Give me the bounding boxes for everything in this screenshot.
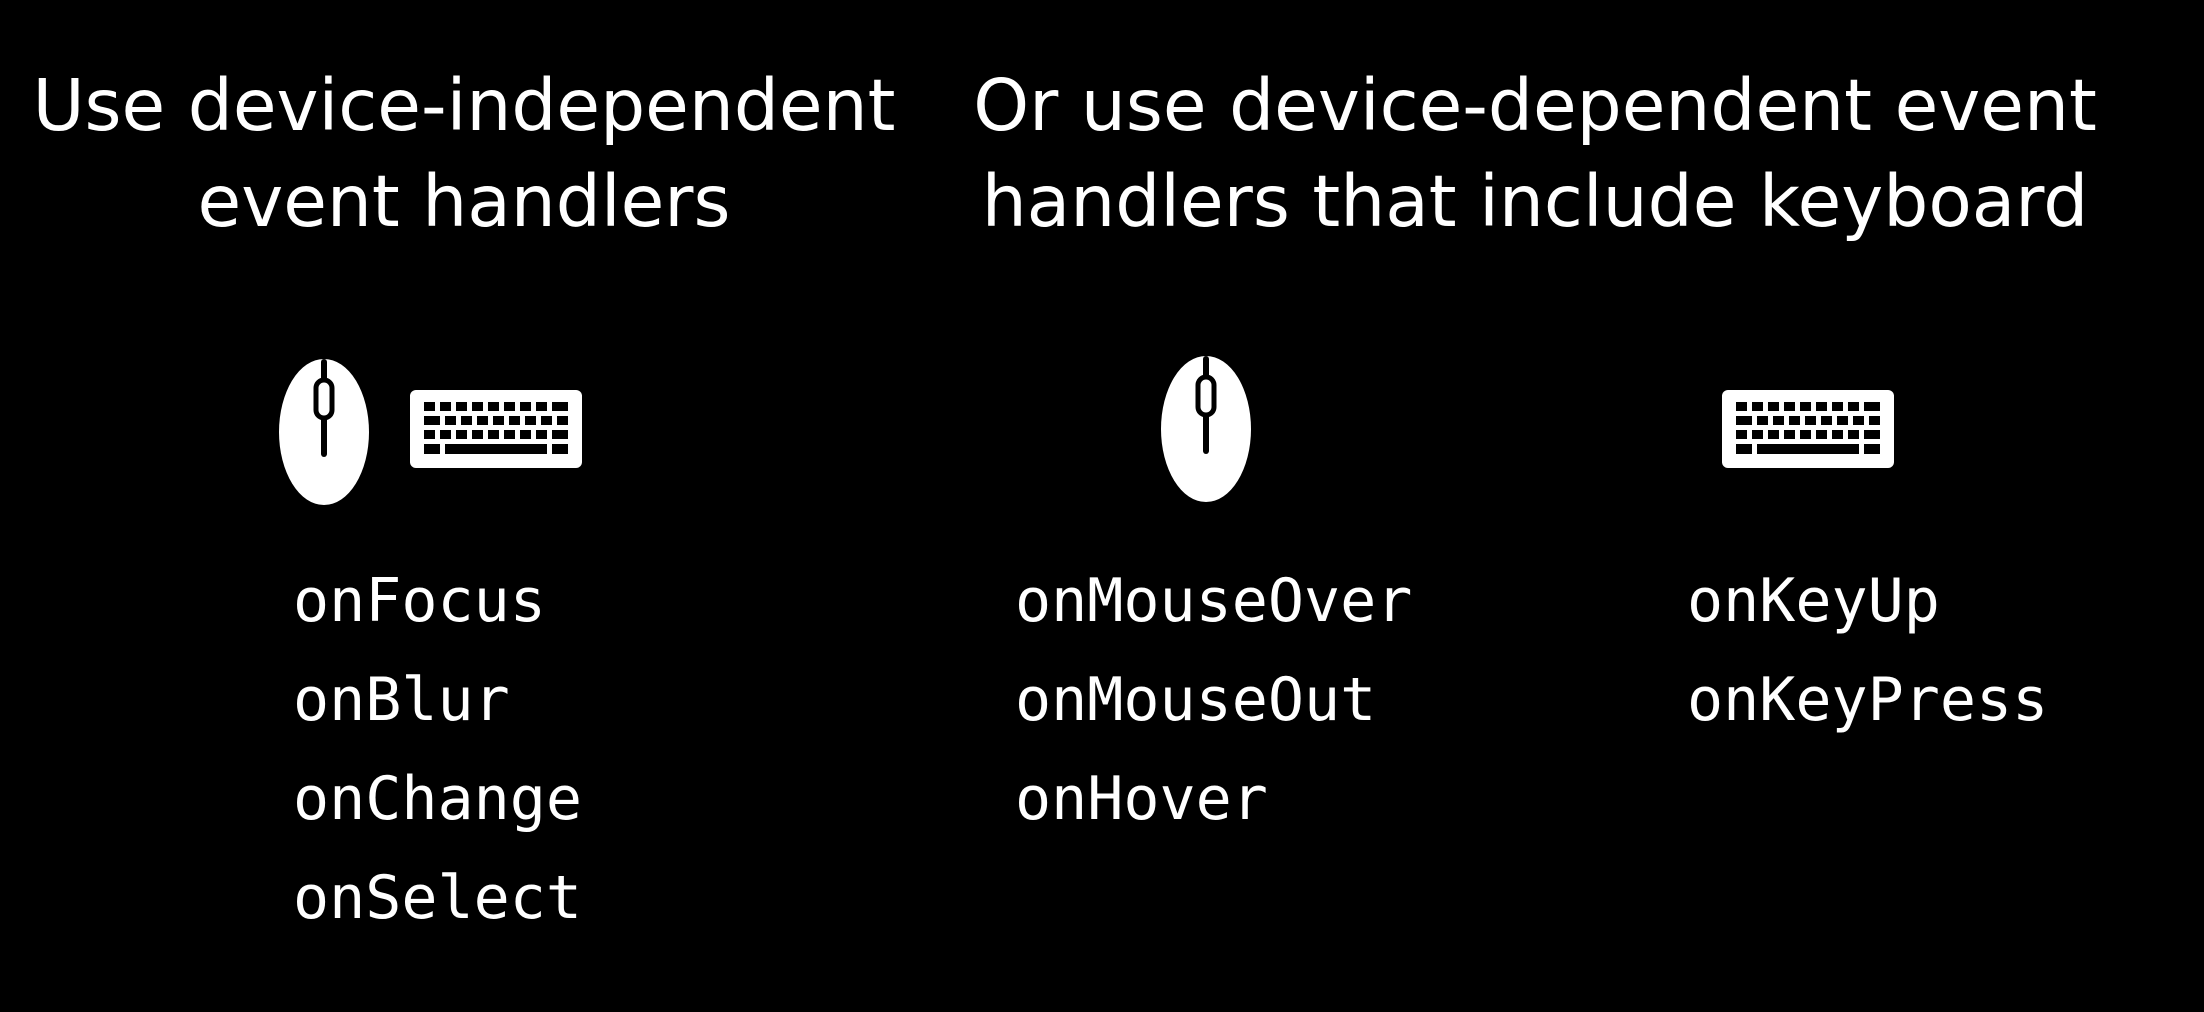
handler-item: onSelect — [293, 863, 582, 933]
heading-line: Use device-independent — [32, 64, 896, 147]
handler-item: onBlur — [293, 665, 510, 735]
device-independent-handler-list: onFocus onBlur onChange onSelect — [293, 552, 582, 948]
device-dependent-heading: Or use device-dependent event handlers t… — [940, 58, 2130, 250]
keyboard-handler-list: onKeyUp onKeyPress — [1687, 552, 2048, 750]
keyboard-icon — [1722, 390, 1894, 468]
heading-line: handlers that include keyboard — [981, 160, 2089, 243]
handler-item: onKeyUp — [1687, 566, 1940, 636]
mouse-icon — [279, 359, 369, 505]
handler-item: onChange — [293, 764, 582, 834]
heading-line: Or use device-dependent event — [973, 64, 2097, 147]
device-independent-heading: Use device-independent event handlers — [14, 58, 914, 250]
mouse-icon — [1161, 356, 1251, 502]
heading-line: event handlers — [197, 160, 731, 243]
handler-item: onMouseOut — [1015, 665, 1377, 735]
slide: Use device-independent event handlers Or… — [0, 0, 2204, 1012]
handler-item: onKeyPress — [1687, 665, 2049, 735]
handler-item: onMouseOver — [1015, 566, 1413, 636]
handler-item: onHover — [1015, 764, 1268, 834]
mouse-handler-list: onMouseOver onMouseOut onHover — [1015, 552, 1412, 849]
handler-item: onFocus — [293, 566, 546, 636]
keyboard-icon — [410, 390, 582, 468]
